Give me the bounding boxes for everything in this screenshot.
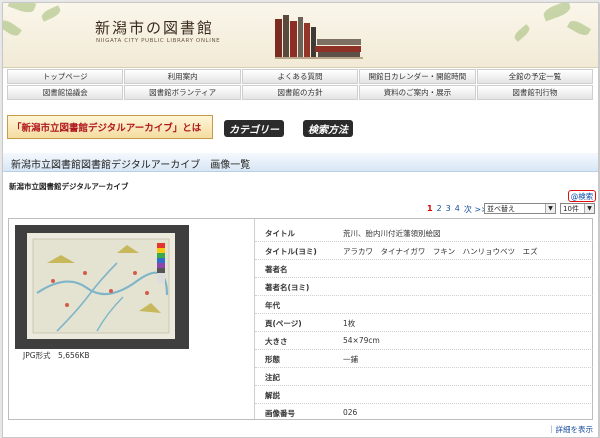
about-archive-banner[interactable]: 「新潟市立図書館デジタルアーカイブ」とは <box>7 115 213 139</box>
result-item: JPG形式 5,656KB タイトル 荒川、胎内川付近藩領別絵図 タイトル(ヨミ… <box>8 218 593 420</box>
map-thumbnail[interactable] <box>15 225 189 349</box>
nav-faq[interactable]: よくある質問 <box>241 69 359 84</box>
page-link[interactable]: 4 <box>455 204 460 215</box>
site-logo-title[interactable]: 新潟市の図書館 <box>95 17 214 38</box>
meta-label: 注記 <box>265 373 280 382</box>
meta-row-size: 大きさ 54×79cm <box>255 331 593 350</box>
meta-row-era: 年代 <box>255 295 593 314</box>
site-logo-subtitle: NIIGATA CITY PUBLIC LIBRARY ONLINE <box>96 38 221 44</box>
page-link[interactable]: 3 <box>446 204 451 215</box>
nav-library-policy[interactable]: 図書館の方針 <box>241 85 359 100</box>
search-method-banner[interactable]: 検索方法 <box>303 120 353 137</box>
nav-all-schedules[interactable]: 全館の予定一覧 <box>476 69 594 84</box>
main-navigation: トップページ 利用案内 よくある質問 開館日カレンダー・開館時間 全館の予定一覧… <box>7 69 594 101</box>
count-select[interactable]: 10件 ▼ <box>560 203 595 214</box>
category-banner[interactable]: カテゴリー <box>224 120 284 137</box>
chevron-down-icon: ▼ <box>545 204 555 213</box>
meta-value: 1枚 <box>343 319 356 328</box>
site-header: 新潟市の図書館 NIIGATA CITY PUBLIC LIBRARY ONLI… <box>3 3 598 68</box>
nav-volunteers[interactable]: 図書館ボランティア <box>124 85 241 100</box>
pagination: 1 2 3 4 次 >> <box>427 204 488 215</box>
search-link[interactable]: @検索 <box>568 190 596 202</box>
meta-row-commentary: 解説 <box>255 385 593 404</box>
meta-row-title-reading: タイトル(ヨミ) アラカワ タイナイガワ フキン ハンリョウベツ エズ <box>255 241 593 260</box>
page-title-bar: 新潟市立図書館図書館デジタルアーカイブ 画像一覧 <box>3 153 598 172</box>
page-title: 新潟市立図書館図書館デジタルアーカイブ 画像一覧 <box>11 160 251 171</box>
meta-value: 54×79cm <box>343 336 380 345</box>
books-illustration <box>275 15 363 59</box>
meta-label: タイトル(ヨミ) <box>265 247 317 256</box>
meta-row-author-reading: 著者名(ヨミ) <box>255 277 593 296</box>
leaf-decoration <box>40 5 62 22</box>
meta-label: 大きさ <box>265 337 288 346</box>
nav-usage-guide[interactable]: 利用案内 <box>124 69 241 84</box>
meta-label: タイトル <box>265 229 295 238</box>
breadcrumb[interactable]: 新潟市立図書館デジタルアーカイブ <box>9 181 128 192</box>
nav-materials-guide[interactable]: 資料のご案内・展示 <box>359 85 476 100</box>
meta-label: 解説 <box>265 391 280 400</box>
nav-library-council[interactable]: 図書館協議会 <box>7 85 124 100</box>
sort-select-value: 並べ替え <box>487 204 515 213</box>
page-current: 1 <box>427 204 433 213</box>
map-paper <box>27 233 175 339</box>
show-details-link[interactable]: ｜詳細を表示 <box>548 424 593 435</box>
map-drawing <box>32 238 170 334</box>
meta-label: 頁(ページ) <box>265 319 302 328</box>
meta-value: 026 <box>343 408 358 417</box>
leaf-decoration <box>512 24 532 42</box>
leaf-decoration <box>541 3 573 22</box>
meta-row-pages: 頁(ページ) 1枚 <box>255 313 593 332</box>
meta-row-author: 著者名 <box>255 259 593 278</box>
meta-value: アラカワ タイナイガワ フキン ハンリョウベツ エズ <box>343 247 538 256</box>
page: 新潟市の図書館 NIIGATA CITY PUBLIC LIBRARY ONLI… <box>2 2 599 438</box>
meta-value: 荒川、胎内川付近藩領別絵図 <box>343 229 441 238</box>
meta-label: 画像番号 <box>265 409 295 418</box>
meta-label: 著者名 <box>265 265 288 274</box>
page-link[interactable]: 2 <box>437 204 442 215</box>
leaf-decoration <box>3 17 22 39</box>
leaf-decoration <box>7 3 37 16</box>
nav-row-2: 図書館協議会 図書館ボランティア 図書館の方針 資料のご案内・展示 図書館刊行物 <box>7 85 594 100</box>
meta-row-image-number: 画像番号 026 <box>255 403 593 421</box>
chevron-down-icon: ▼ <box>584 204 594 213</box>
meta-value: 一鋪 <box>343 355 358 364</box>
leaf-decoration <box>566 18 592 38</box>
meta-label: 形態 <box>265 355 280 364</box>
meta-label: 年代 <box>265 301 280 310</box>
nav-publications[interactable]: 図書館刊行物 <box>476 85 594 100</box>
nav-calendar[interactable]: 開館日カレンダー・開館時間 <box>359 69 476 84</box>
nav-row-1: トップページ 利用案内 よくある質問 開館日カレンダー・開館時間 全館の予定一覧 <box>7 69 594 84</box>
sort-select[interactable]: 並べ替え ▼ <box>484 203 556 214</box>
count-select-value: 10件 <box>563 204 579 213</box>
file-info: JPG形式 5,656KB <box>23 351 90 360</box>
meta-row-form: 形態 一鋪 <box>255 349 593 368</box>
meta-row-title: タイトル 荒川、胎内川付近藩領別絵図 <box>255 223 593 242</box>
nav-top-page[interactable]: トップページ <box>7 69 124 84</box>
meta-label: 著者名(ヨミ) <box>265 283 310 292</box>
meta-row-notes: 注記 <box>255 367 593 386</box>
metadata-table: タイトル 荒川、胎内川付近藩領別絵図 タイトル(ヨミ) アラカワ タイナイガワ … <box>254 219 593 419</box>
